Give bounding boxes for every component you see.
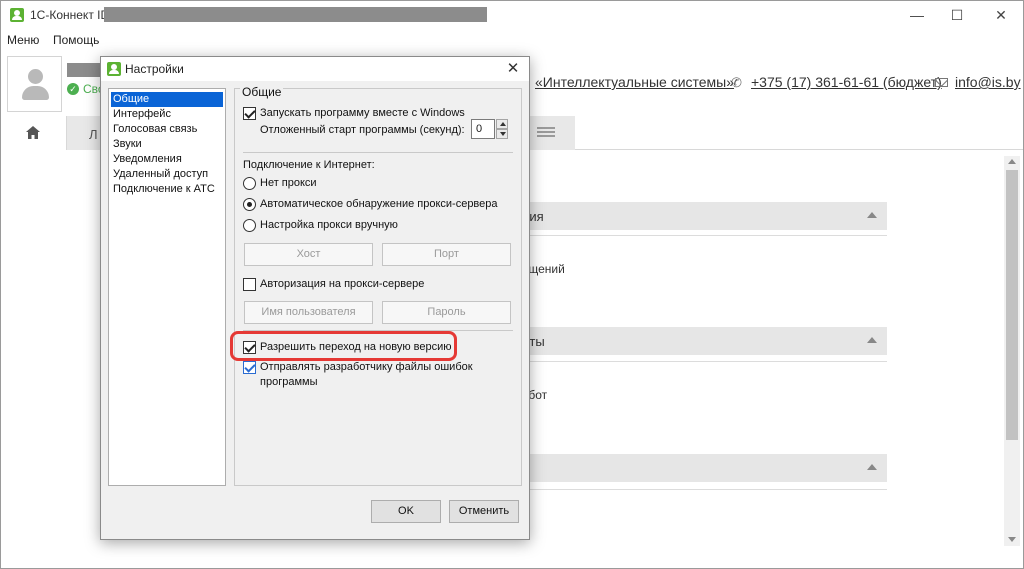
cancel-button[interactable]: Отменить [449, 500, 519, 523]
collapse-arrow-icon [867, 337, 877, 343]
delay-label: Отложенный старт программы (секунд): [260, 124, 465, 136]
nav-item-interface[interactable]: Интерфейс [111, 107, 223, 122]
nav-item-sounds[interactable]: Звуки [111, 137, 223, 152]
collapse-arrow-icon [867, 464, 877, 470]
phone-link[interactable]: +375 (17) 361-61-61 (бюджет) [751, 74, 942, 90]
vertical-scrollbar[interactable] [1004, 156, 1020, 546]
user-icon-body [22, 86, 49, 100]
section-header-2[interactable]: боты [481, 327, 887, 355]
password-input[interactable]: Пароль [382, 301, 511, 324]
username-input[interactable]: Имя пользователя [244, 301, 373, 324]
general-settings-panel: Общие Запускать программу вместе с Windo… [234, 85, 522, 486]
settings-dialog: Настройки ✕ Общие Интерфейс Голосовая св… [100, 56, 530, 540]
scroll-thumb[interactable] [1006, 170, 1018, 440]
phone-icon: ✆ [731, 75, 742, 90]
nav-item-pbx[interactable]: Подключение к АТС [111, 182, 223, 197]
radio-manual-proxy[interactable] [243, 219, 256, 232]
radio-no-proxy[interactable] [243, 177, 256, 190]
scroll-down-icon[interactable] [1008, 537, 1016, 542]
app-title: 1С-Коннект ID [30, 8, 110, 22]
autostart-label: Запускать программу вместе с Windows [260, 107, 465, 119]
dialog-title: Настройки [125, 62, 184, 76]
settings-nav-list: Общие Интерфейс Голосовая связь Звуки Ув… [108, 88, 226, 486]
spin-up-icon[interactable] [496, 119, 508, 129]
mail-icon [935, 78, 948, 87]
tab-second-label: Л [89, 127, 98, 142]
divider [481, 361, 887, 362]
send-errors-checkbox[interactable] [243, 361, 256, 374]
menu-item-menu[interactable]: Меню [7, 33, 39, 47]
section-header-1[interactable]: ения [481, 202, 887, 230]
radio-manual-proxy-label: Настройка прокси вручную [260, 219, 398, 231]
online-status-icon: ✓ [67, 83, 79, 95]
nav-item-voice[interactable]: Голосовая связь [111, 122, 223, 137]
autostart-checkbox[interactable] [243, 107, 256, 120]
close-button[interactable]: ✕ [981, 5, 1021, 25]
redacted-title-text [104, 7, 487, 22]
ok-button[interactable]: OK [371, 500, 441, 523]
host-input[interactable]: Хост [244, 243, 373, 266]
port-input[interactable]: Порт [382, 243, 511, 266]
avatar[interactable] [7, 56, 62, 112]
proxy-auth-checkbox[interactable] [243, 278, 256, 291]
user-icon [28, 69, 43, 84]
proxy-auth-label: Авторизация на прокси-сервере [260, 278, 425, 290]
divider [243, 152, 513, 153]
send-errors-label: Отправлять разработчику файлы ошибок [260, 361, 473, 373]
panel-title: Общие [240, 85, 284, 99]
section-header-3[interactable]: ки [481, 454, 887, 482]
email-link[interactable]: info@is.by [955, 74, 1021, 90]
delay-input[interactable]: 0 [471, 119, 495, 139]
app-logo-icon [10, 8, 24, 22]
spin-down-icon[interactable] [496, 129, 508, 139]
tab-home[interactable] [1, 116, 67, 150]
nav-item-remote-access[interactable]: Удаленный доступ [111, 167, 223, 182]
radio-no-proxy-label: Нет прокси [260, 177, 317, 189]
internet-label: Подключение к Интернет: [243, 159, 375, 171]
highlight-annotation [230, 331, 457, 361]
divider [481, 489, 887, 490]
maximize-button[interactable]: ☐ [937, 5, 977, 25]
menu-bar: Меню Помощь [1, 30, 1023, 50]
nav-item-notifications[interactable]: Уведомления [111, 152, 223, 167]
scroll-up-icon[interactable] [1008, 159, 1016, 164]
dialog-close-button[interactable]: ✕ [499, 57, 527, 81]
radio-auto-proxy-label: Автоматическое обнаружение прокси-сервер… [260, 198, 498, 210]
menu-item-help[interactable]: Помощь [53, 33, 99, 47]
collapse-arrow-icon [867, 212, 877, 218]
company-link[interactable]: «Интеллектуальные системы» [535, 74, 734, 90]
minimize-button[interactable]: — [897, 5, 937, 25]
radio-auto-proxy[interactable] [243, 198, 256, 211]
app-logo-icon [107, 62, 121, 76]
grid-icon [537, 125, 555, 139]
nav-item-general[interactable]: Общие [111, 92, 223, 107]
divider [481, 235, 887, 236]
dialog-title-bar: Настройки ✕ [101, 57, 529, 81]
home-icon [26, 126, 40, 139]
title-bar: 1С-Коннект ID — ☐ ✕ [1, 1, 1023, 29]
send-errors-label-line2: программы [260, 376, 318, 388]
